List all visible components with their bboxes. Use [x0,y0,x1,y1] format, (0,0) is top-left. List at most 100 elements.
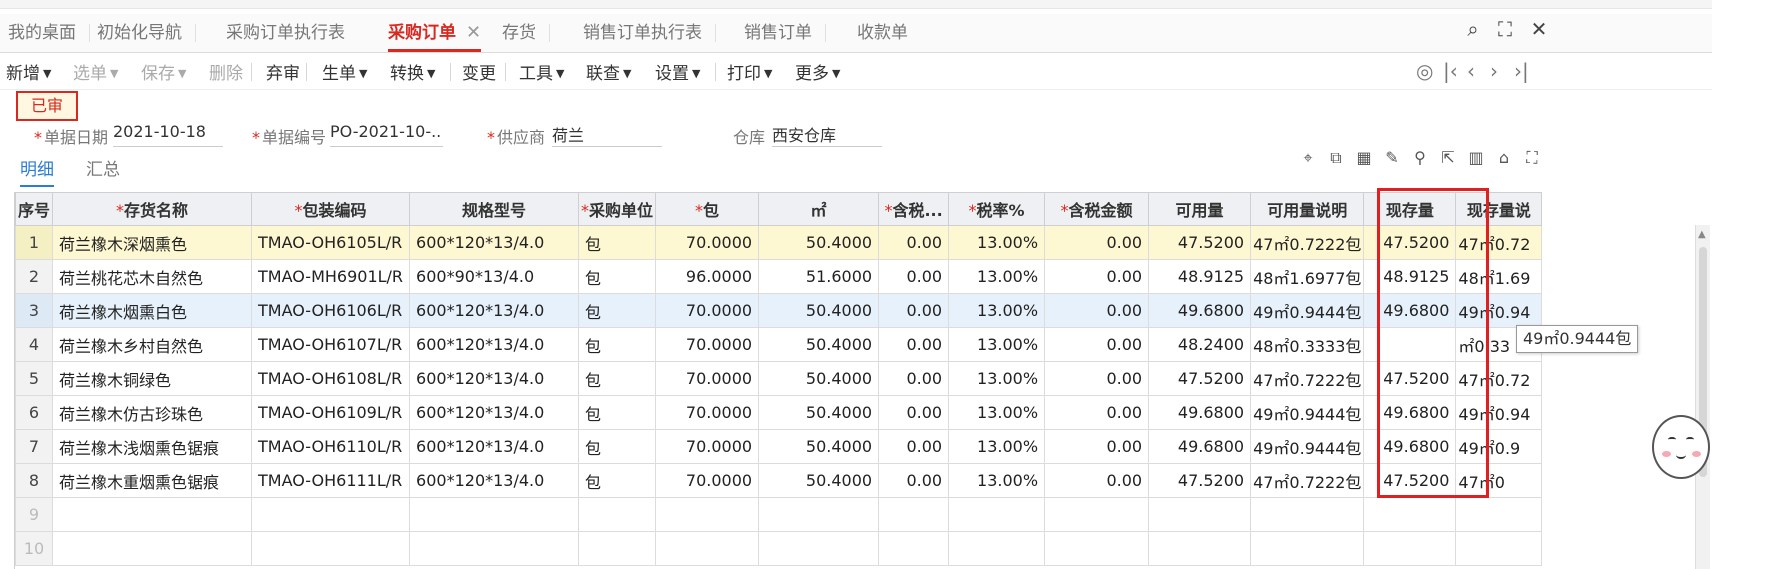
cell-spec[interactable]: 600*120*13/4.0 [409,361,580,396]
cell-name[interactable]: 荷兰橡木乡村自然色 [52,327,253,362]
cell-pkg[interactable]: 96.0000 [655,259,760,294]
cell-amount[interactable]: 0.00 [1044,259,1150,294]
column-header[interactable]: *包 [655,192,760,226]
empty-cell[interactable] [1455,531,1543,566]
tab-1[interactable]: 初始化导航 [97,14,196,52]
cell-spec[interactable]: 600*120*13/4.0 [409,225,580,260]
cell-pkg[interactable]: 70.0000 [655,225,760,260]
cell-avail-note[interactable]: 48㎡1.6977包 [1250,259,1365,294]
cell-price[interactable]: 0.00 [878,395,950,430]
empty-cell[interactable] [1363,497,1457,532]
column-header[interactable]: *存货名称 [52,192,253,226]
cell-unit[interactable]: 包 [578,259,657,294]
cell-name[interactable]: 荷兰橡木铜绿色 [52,361,253,396]
cell-stock-note[interactable]: 47㎡0.72 [1455,225,1543,260]
cell-spec[interactable]: 600*90*13/4.0 [409,259,580,294]
scroll-up-icon[interactable]: ▲ [1698,229,1706,240]
cell-sqm[interactable]: 50.4000 [758,327,880,362]
table-row[interactable]: 4 荷兰橡木乡村自然色 TMAO-OH6107L/R 600*120*13/4.0 包 7… [15,327,1543,362]
subtab-detail[interactable]: 明细 [20,155,54,187]
cell-avail[interactable]: 49.6800 [1148,429,1252,464]
cell-stock-note[interactable]: 49㎡0.9 [1455,429,1543,464]
cell-avail-note[interactable]: 47㎡0.7222包 [1250,463,1365,498]
cell-price[interactable]: 0.00 [878,259,950,294]
table-row[interactable]: 3 荷兰橡木烟熏白色 TMAO-OH6106L/R 600*120*13/4.0 包 70… [15,293,1543,328]
cell-unit[interactable]: 包 [578,225,657,260]
cell-sqm[interactable]: 51.6000 [758,259,880,294]
table-row[interactable]: 6 荷兰橡木仿古珍珠色 TMAO-OH6109L/R 600*120*13/4.0 包 7… [15,395,1543,430]
cell-stock-note[interactable]: 47㎡0 [1455,463,1543,498]
empty-cell[interactable] [1455,497,1543,532]
column-header[interactable]: 现存量 [1363,192,1457,226]
cell-amount[interactable]: 0.00 [1044,327,1150,362]
cell-tax[interactable]: 13.00% [948,327,1046,362]
cell-stock[interactable]: 47.5200 [1363,463,1457,498]
empty-cell[interactable] [1148,531,1252,566]
cell-code[interactable]: TMAO-OH6111L/R [251,463,411,498]
empty-cell[interactable] [52,497,253,532]
cell-tax[interactable]: 13.00% [948,395,1046,430]
cell-name[interactable]: 荷兰橡木烟熏白色 [52,293,253,328]
cell-code[interactable]: TMAO-MH6901L/R [251,259,411,294]
cell-price[interactable]: 0.00 [878,225,950,260]
cell-unit[interactable]: 包 [578,361,657,396]
cell-code[interactable]: TMAO-OH6105L/R [251,225,411,260]
empty-cell[interactable] [578,497,657,532]
cell-avail[interactable]: 49.6800 [1148,293,1252,328]
empty-cell[interactable] [52,531,253,566]
toolbar-button-6[interactable]: 转换 ▼ [390,59,435,84]
cell-avail[interactable]: 48.9125 [1148,259,1252,294]
empty-cell[interactable] [1250,531,1365,566]
tab-6[interactable]: 销售订单 [744,14,826,52]
column-header[interactable]: 规格型号 [409,192,580,226]
empty-cell[interactable] [655,531,760,566]
toolbar-button-7[interactable]: 变更 [462,59,496,84]
subtab-summary[interactable]: 汇总 [86,155,120,180]
supplier-field[interactable]: 荷兰 [552,122,662,147]
cell-tax[interactable]: 13.00% [948,463,1046,498]
cell-pkg[interactable]: 70.0000 [655,293,760,328]
cell-stock[interactable]: 49.6800 [1363,429,1457,464]
cell-pkg[interactable]: 70.0000 [655,463,760,498]
empty-cell[interactable] [948,497,1046,532]
cell-tax[interactable]: 13.00% [948,225,1046,260]
column-header[interactable]: 序号 [15,192,54,226]
empty-cell[interactable] [1044,531,1150,566]
cell-pkg[interactable]: 70.0000 [655,327,760,362]
toolbar-button-4[interactable]: 弃审 [266,59,300,84]
cell-code[interactable]: TMAO-OH6108L/R [251,361,411,396]
cell-avail[interactable]: 47.5200 [1148,361,1252,396]
toolbar-button-2[interactable]: 保存 ▼ [141,59,186,84]
cell-stock[interactable]: 47.5200 [1363,225,1457,260]
tab-0[interactable]: 我的桌面 [8,14,90,52]
columns-icon[interactable]: ▥ [1465,148,1487,168]
cell-amount[interactable]: 0.00 [1044,395,1150,430]
tab-4[interactable]: 存货 [502,14,550,52]
tab-3[interactable]: 采购订单 ✕ [388,14,482,52]
cell-price[interactable]: 0.00 [878,327,950,362]
cell-spec[interactable]: 600*120*13/4.0 [409,293,580,328]
cell-name[interactable]: 荷兰桃花芯木自然色 [52,259,253,294]
cell-code[interactable]: TMAO-OH6107L/R [251,327,411,362]
cell-amount[interactable]: 0.00 [1044,361,1150,396]
empty-cell[interactable] [251,531,411,566]
empty-cell[interactable] [409,497,580,532]
column-header[interactable]: 可用量说明 [1250,192,1365,226]
cell-avail[interactable]: 48.2400 [1148,327,1252,362]
cell-price[interactable]: 0.00 [878,293,950,328]
filter-icon[interactable]: ⚲ [1409,148,1431,168]
empty-cell[interactable] [578,531,657,566]
cell-name[interactable]: 荷兰橡木仿古珍珠色 [52,395,253,430]
cell-amount[interactable]: 0.00 [1044,225,1150,260]
cell-unit[interactable]: 包 [578,463,657,498]
column-header[interactable]: 可用量 [1148,192,1252,226]
prev-page-icon[interactable]: ‹ [1467,59,1475,83]
empty-cell[interactable] [878,531,950,566]
next-page-icon[interactable]: › [1490,59,1498,83]
cell-pkg[interactable]: 70.0000 [655,395,760,430]
tab-close-icon[interactable]: ✕ [466,22,481,43]
toolbar-button-5[interactable]: 生单 ▼ [322,59,367,84]
empty-cell[interactable] [251,497,411,532]
column-header[interactable]: *含税... [878,192,950,226]
cell-pkg[interactable]: 70.0000 [655,361,760,396]
